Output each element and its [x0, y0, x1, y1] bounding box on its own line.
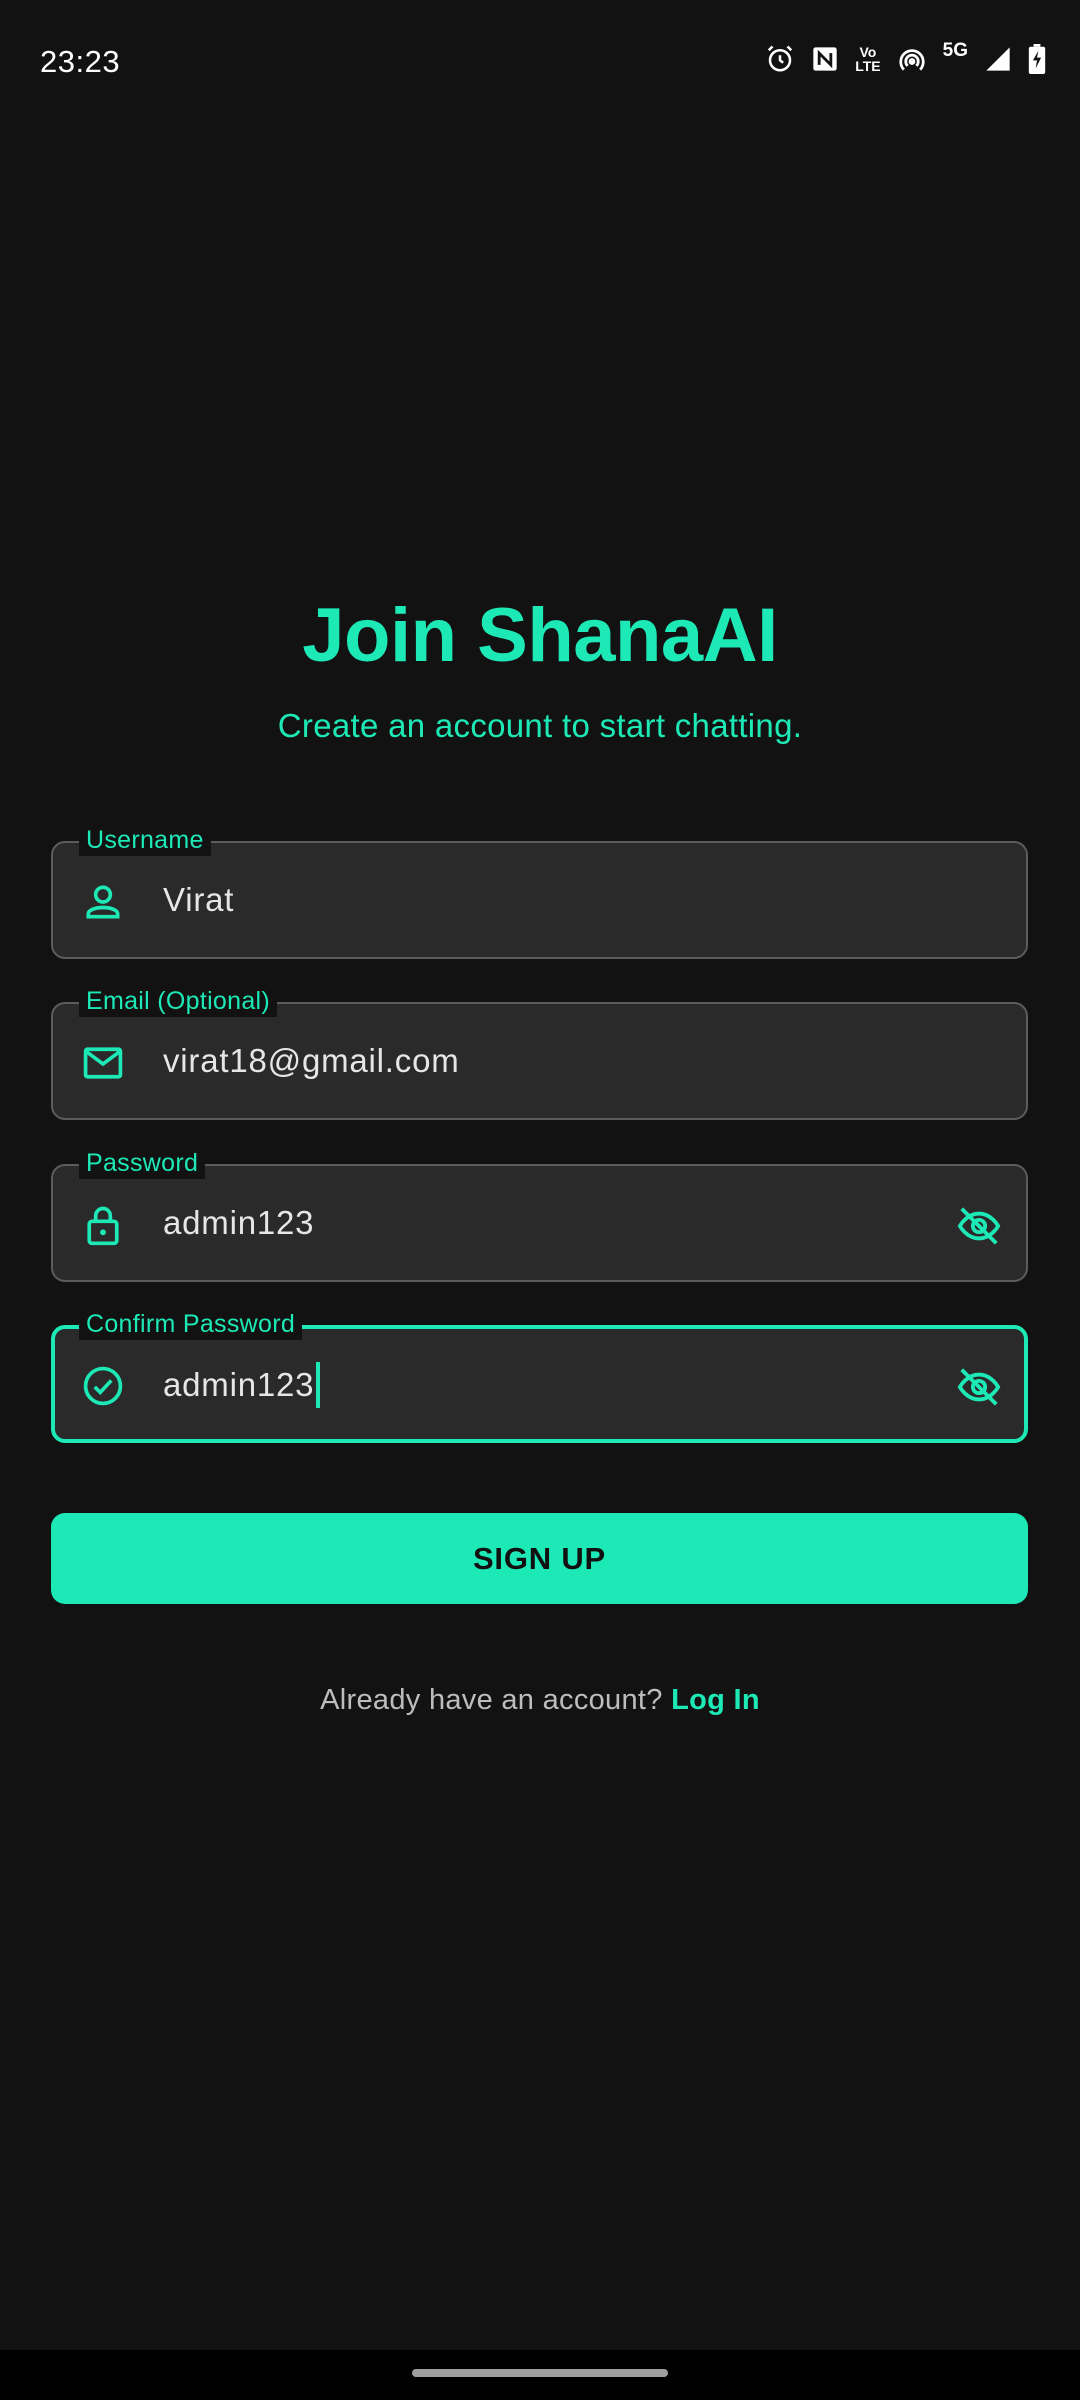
- page-subtitle: Create an account to start chatting.: [277, 707, 803, 744]
- password-input[interactable]: admin123: [163, 1201, 314, 1245]
- check-circle-icon: [83, 1366, 123, 1406]
- hotspot-icon: [899, 49, 925, 71]
- home-indicator[interactable]: [412, 2369, 668, 2377]
- username-label: Username: [79, 824, 211, 856]
- confirm-password-input[interactable]: admin123: [163, 1362, 321, 1408]
- status-time: 23:23: [40, 44, 121, 79]
- confirm-password-text: admin123: [163, 1366, 315, 1403]
- username-input[interactable]: Virat: [163, 878, 234, 922]
- network-type: 5G: [942, 40, 968, 61]
- volte-icon: Vo LTE: [855, 45, 880, 73]
- signup-button[interactable]: SIGN UP: [51, 1513, 1028, 1604]
- text-caret: [316, 1362, 321, 1408]
- person-icon: [86, 885, 120, 919]
- signup-screen: 23:23 Vo LTE 5G Join ShanaAI Create an a…: [0, 0, 1080, 2400]
- page-title: Join ShanaAI: [302, 593, 778, 678]
- eye-off-icon[interactable]: [956, 1364, 1002, 1410]
- nfc-icon: [813, 47, 837, 71]
- email-label: Email (Optional): [79, 985, 278, 1017]
- username-field[interactable]: Username Virat: [51, 824, 1028, 959]
- email-field[interactable]: Email (Optional) virat18@gmail.com: [51, 985, 1028, 1120]
- password-label: Password: [79, 1147, 206, 1179]
- eye-off-icon[interactable]: [956, 1203, 1002, 1249]
- login-link[interactable]: Log In: [671, 1684, 760, 1716]
- login-prompt: Already have an account? Log In: [0, 1684, 1080, 1717]
- lte-label: LTE: [855, 58, 881, 74]
- password-field[interactable]: Password admin123: [51, 1147, 1028, 1282]
- alarm-icon: [768, 45, 793, 72]
- confirm-password-field[interactable]: Confirm Password admin123: [51, 1308, 1028, 1443]
- volte-label: Vo: [859, 44, 877, 60]
- battery-charging-icon: [1028, 44, 1046, 74]
- status-icons: Vo LTE 5G: [765, 40, 1046, 74]
- login-prompt-text: Already have an account?: [320, 1684, 672, 1716]
- signal-icon: [986, 47, 1010, 71]
- lock-icon: [87, 1206, 119, 1246]
- confirm-password-label: Confirm Password: [79, 1308, 303, 1340]
- email-input[interactable]: virat18@gmail.com: [163, 1039, 460, 1083]
- mail-icon: [83, 1047, 123, 1079]
